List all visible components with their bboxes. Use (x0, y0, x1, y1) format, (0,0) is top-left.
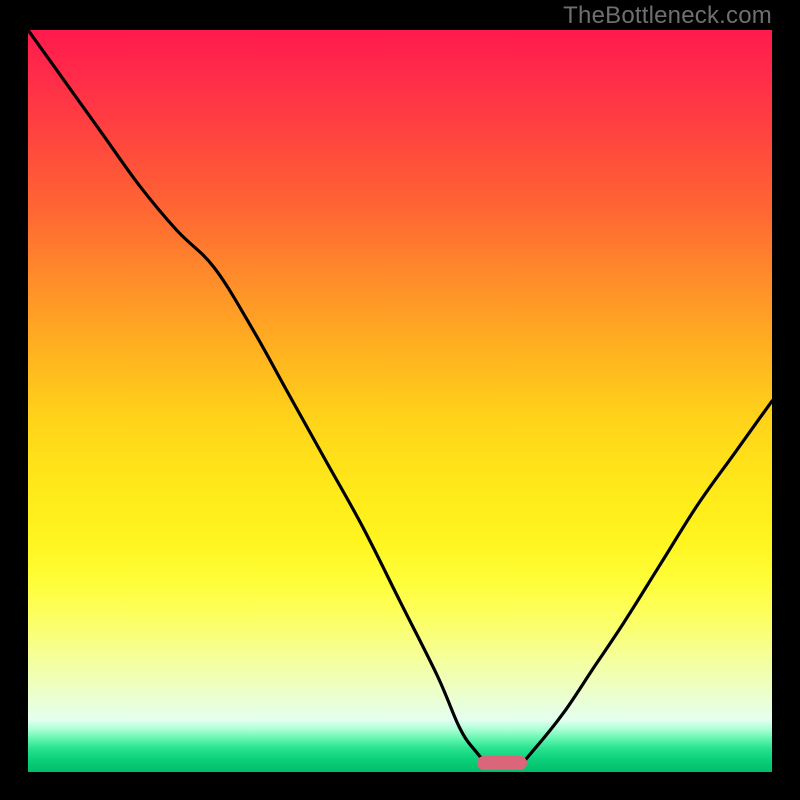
bottleneck-marker (477, 756, 527, 770)
bottleneck-curve (28, 30, 772, 772)
watermark-text: TheBottleneck.com (563, 2, 772, 30)
plot-area (28, 30, 772, 772)
chart-stage: TheBottleneck.com (0, 0, 800, 800)
